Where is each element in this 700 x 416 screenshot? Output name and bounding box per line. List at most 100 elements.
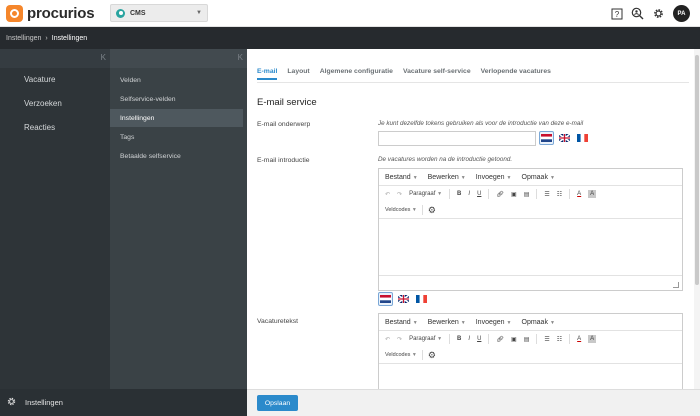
- tab-layout[interactable]: Layout: [287, 68, 309, 80]
- menu-invoegen[interactable]: Invoegen ▼: [476, 174, 512, 181]
- field-codes-select[interactable]: Veldcodes ▼: [385, 352, 417, 358]
- underline-icon[interactable]: U: [477, 191, 481, 197]
- secondary-sidebar: K Velden Selfservice-velden Instellingen…: [110, 49, 247, 389]
- vacature-editor-area[interactable]: [379, 364, 682, 389]
- fr-flag-icon[interactable]: [414, 292, 429, 306]
- underline-icon[interactable]: U: [477, 336, 481, 342]
- email-subject-hint: Je kunt dezelfde tokens gebruiken als vo…: [378, 120, 584, 127]
- collapse-primary-sidebar[interactable]: K: [0, 49, 110, 68]
- redo-icon[interactable]: ↷: [397, 191, 402, 198]
- field-codes-select[interactable]: Veldcodes ▼: [385, 207, 417, 213]
- primary-sidebar: K Vacature Verzoeken Reacties: [0, 49, 110, 416]
- redo-icon[interactable]: ↷: [397, 336, 402, 343]
- gb-flag-icon[interactable]: [557, 131, 572, 145]
- text-color-icon[interactable]: A: [577, 191, 581, 197]
- save-bar: Opslaan: [247, 389, 700, 416]
- gear-icon[interactable]: ⚙: [428, 205, 436, 216]
- bold-icon[interactable]: B: [457, 191, 461, 197]
- gear-icon: [6, 396, 17, 409]
- link-icon[interactable]: 🔗︎: [496, 191, 504, 198]
- bullet-list-icon[interactable]: ☰: [544, 336, 549, 343]
- subnav-item-betaalde-selfservice[interactable]: Betaalde selfservice: [110, 147, 243, 165]
- gear-icon[interactable]: [652, 7, 665, 20]
- user-avatar[interactable]: PA: [673, 5, 690, 22]
- breadcrumb-separator: ›: [45, 34, 48, 42]
- menu-invoegen[interactable]: Invoegen ▼: [476, 319, 512, 326]
- highlight-color-icon[interactable]: A: [588, 335, 597, 343]
- sidebar-item-reacties[interactable]: Reacties: [24, 123, 55, 132]
- editor-toolbar-row-1: ↶ ↷ Paragraaf ▼ B I U 🔗︎ ▣ ▤ ☰ ☷ A A: [379, 331, 682, 347]
- undo-icon[interactable]: ↶: [385, 191, 390, 198]
- footer-settings-link[interactable]: Instellingen: [0, 389, 247, 416]
- menu-opmaak[interactable]: Opmaak ▼: [522, 319, 555, 326]
- tab-bar: E-mail Layout Algemene configuratie Vaca…: [257, 68, 551, 80]
- format-select[interactable]: Paragraaf ▼: [409, 336, 442, 342]
- chevron-down-icon: ▼: [196, 10, 202, 16]
- format-select[interactable]: Paragraaf ▼: [409, 191, 442, 197]
- email-intro-hint: De vacatures worden na de introductie ge…: [378, 156, 513, 163]
- nl-flag-icon[interactable]: [378, 292, 393, 306]
- breadcrumb: Instellingen › Instellingen: [0, 27, 700, 49]
- gear-icon[interactable]: ⚙: [428, 350, 436, 361]
- footer-settings-label: Instellingen: [25, 398, 63, 407]
- top-bar: procurios CMS ▼ ? PA: [0, 0, 700, 27]
- menu-bewerken[interactable]: Bewerken ▼: [428, 174, 466, 181]
- italic-icon[interactable]: I: [468, 191, 470, 197]
- menu-opmaak[interactable]: Opmaak ▼: [522, 174, 555, 181]
- email-intro-label: E-mail introductie: [257, 157, 310, 164]
- search-icon[interactable]: [631, 7, 644, 20]
- editor-menubar: Bestand ▼ Bewerken ▼ Invoegen ▼ Opmaak ▼: [379, 169, 682, 186]
- main-scrollbar[interactable]: [694, 49, 700, 389]
- brand-logo[interactable]: procurios: [6, 4, 95, 22]
- intro-rich-text-editor: Bestand ▼ Bewerken ▼ Invoegen ▼ Opmaak ▼ ↶ ↷…: [378, 168, 683, 291]
- subnav-item-velden[interactable]: Velden: [110, 71, 243, 89]
- subnav-item-selfservice-velden[interactable]: Selfservice-velden: [110, 90, 243, 108]
- image-icon[interactable]: ▣: [511, 336, 517, 343]
- collapse-secondary-sidebar[interactable]: K: [110, 49, 247, 68]
- tab-algemene-configuratie[interactable]: Algemene configuratie: [320, 68, 393, 80]
- sidebar-item-verzoeken[interactable]: Verzoeken: [24, 99, 62, 108]
- editor-toolbar-row-2: Veldcodes ▼ ⚙: [379, 347, 682, 364]
- intro-language-switcher: [378, 292, 429, 306]
- help-icon[interactable]: ?: [610, 7, 623, 20]
- fr-flag-icon[interactable]: [575, 131, 590, 145]
- italic-icon[interactable]: I: [468, 336, 470, 342]
- text-color-icon[interactable]: A: [577, 336, 581, 342]
- email-subject-label: E-mail onderwerp: [257, 121, 311, 128]
- main-content: E-mail Layout Algemene configuratie Vaca…: [247, 49, 694, 389]
- email-subject-input[interactable]: [378, 131, 536, 146]
- bullet-list-icon[interactable]: ☰: [544, 191, 549, 198]
- nl-flag-icon[interactable]: [539, 131, 554, 145]
- gb-flag-icon[interactable]: [396, 292, 411, 306]
- media-icon[interactable]: ▤: [524, 336, 530, 343]
- save-button[interactable]: Opslaan: [257, 395, 298, 411]
- numbered-list-icon[interactable]: ☷: [557, 191, 562, 198]
- procurios-logo-icon: [6, 4, 23, 22]
- menu-bewerken[interactable]: Bewerken ▼: [428, 319, 466, 326]
- tab-email[interactable]: E-mail: [257, 68, 278, 80]
- numbered-list-icon[interactable]: ☷: [557, 336, 562, 343]
- media-icon[interactable]: ▤: [524, 191, 530, 198]
- vacature-text-label: Vacaturetekst: [257, 318, 299, 325]
- intro-editor-area[interactable]: [379, 219, 682, 275]
- subnav-item-instellingen[interactable]: Instellingen: [110, 109, 243, 127]
- editor-toolbar-row-2: Veldcodes ▼ ⚙: [379, 202, 682, 219]
- scrollbar-thumb[interactable]: [695, 55, 699, 285]
- image-icon[interactable]: ▣: [511, 191, 517, 198]
- tab-divider: [257, 82, 689, 83]
- undo-icon[interactable]: ↶: [385, 336, 390, 343]
- highlight-color-icon[interactable]: A: [588, 190, 597, 198]
- brand-name: procurios: [27, 4, 95, 22]
- breadcrumb-root[interactable]: Instellingen: [6, 35, 41, 42]
- bold-icon[interactable]: B: [457, 336, 461, 342]
- menu-bestand[interactable]: Bestand ▼: [385, 174, 418, 181]
- menu-bestand[interactable]: Bestand ▼: [385, 319, 418, 326]
- cms-icon: [116, 8, 125, 18]
- link-icon[interactable]: 🔗︎: [496, 336, 504, 343]
- app-selector[interactable]: CMS ▼: [110, 4, 208, 22]
- editor-statusbar: [379, 275, 682, 291]
- sidebar-item-vacature[interactable]: Vacature: [24, 75, 55, 84]
- tab-verlopende-vacatures[interactable]: Verlopende vacatures: [481, 68, 551, 80]
- subnav-item-tags[interactable]: Tags: [110, 128, 243, 146]
- tab-vacature-self-service[interactable]: Vacature self-service: [403, 68, 471, 80]
